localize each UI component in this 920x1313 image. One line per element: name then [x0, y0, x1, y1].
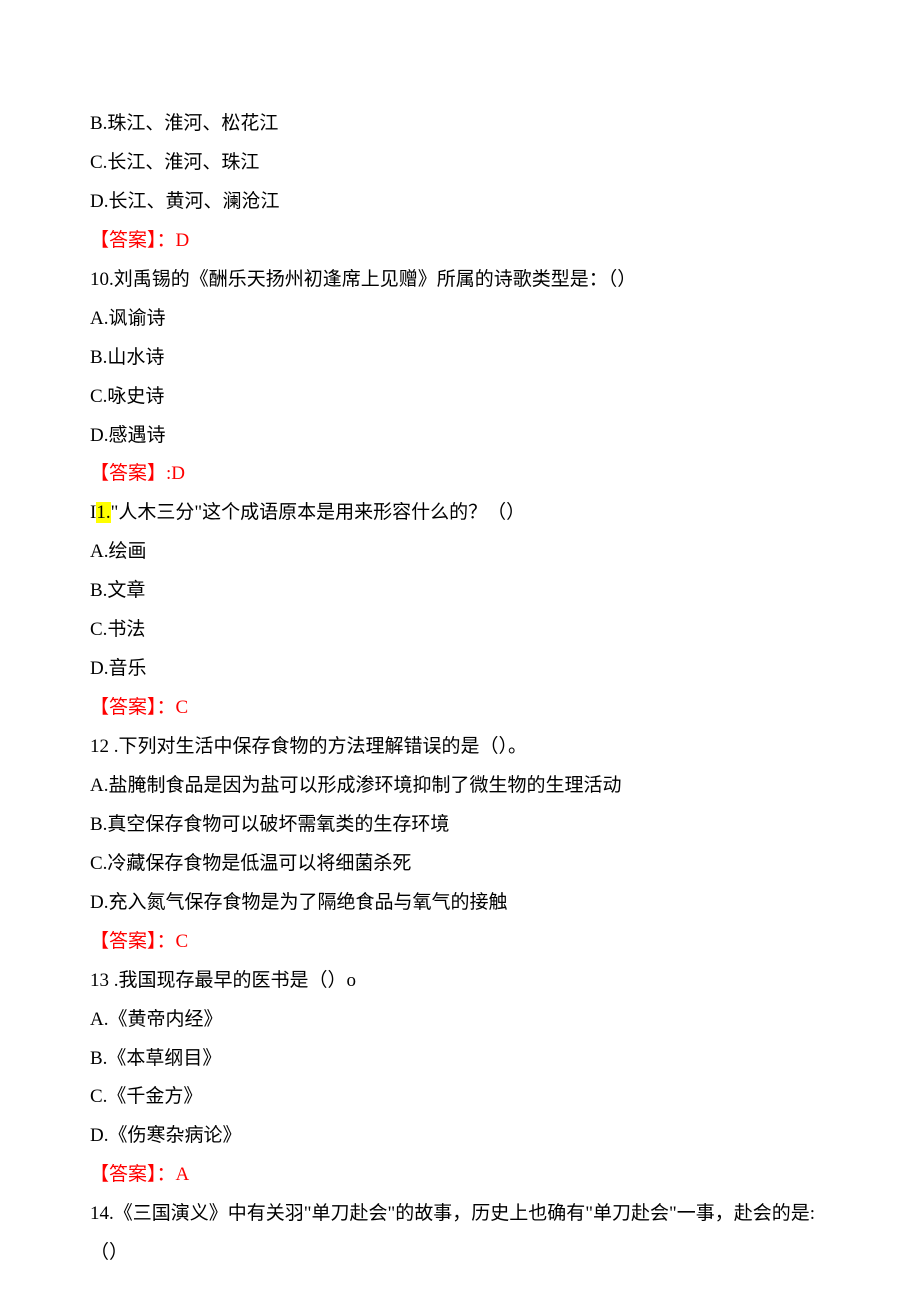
q9-answer-value: D [176, 230, 190, 251]
q13-option-b: B.《本草纲目》 [90, 1040, 830, 1079]
q9-option-b: B.珠江、淮河、松花江 [90, 105, 830, 144]
q11-answer: 【答案】：C [90, 689, 830, 728]
q14-stem-line1: 14.《三国演义》中有关羽"单刀赴会"的故事，历史上也确有"单刀赴会"一事，赴会… [90, 1195, 830, 1234]
q11-answer-value: C [176, 697, 189, 718]
q12-answer: 【答案】：C [90, 923, 830, 962]
q10-option-a: A.讽谕诗 [90, 300, 830, 339]
q12-option-d: D.充入氮气保存食物是为了隔绝食品与氧气的接触 [90, 884, 830, 923]
q10-option-c: C.咏史诗 [90, 378, 830, 417]
q13-answer: 【答案】：A [90, 1156, 830, 1195]
q11-option-c: C.书法 [90, 611, 830, 650]
q12-answer-label: 【答案】： [90, 931, 176, 952]
q11-option-b: B.文章 [90, 572, 830, 611]
q11-stem: I1."人木三分"这个成语原本是用来形容什么的？（） [90, 494, 830, 533]
q10-option-b: B.山水诗 [90, 339, 830, 378]
q11-option-a: A.绘画 [90, 533, 830, 572]
q11-option-d: D.音乐 [90, 650, 830, 689]
q12-option-a: A.盐腌制食品是因为盐可以形成渗环境抑制了微生物的生理活动 [90, 767, 830, 806]
q14-stem-line2: （） [90, 1234, 830, 1273]
q13-answer-label: 【答案】： [90, 1164, 176, 1185]
q13-option-c: C.《千金方》 [90, 1078, 830, 1117]
q13-stem: 13 .我国现存最早的医书是（）o [90, 962, 830, 1001]
q13-answer-value: A [176, 1164, 190, 1185]
q12-stem: 12 .下列对生活中保存食物的方法理解错误的是（）。 [90, 728, 830, 767]
q11-stem-rest: "人木三分"这个成语原本是用来形容什么的？（） [111, 502, 526, 523]
q9-option-c: C.长江、淮河、珠江 [90, 144, 830, 183]
q12-option-c: C.冷藏保存食物是低温可以将细菌杀死 [90, 845, 830, 884]
q13-option-a: A.《黄帝内经》 [90, 1001, 830, 1040]
q9-answer-label: 【答案】： [90, 230, 176, 251]
q10-stem: 10.刘禹锡的《酬乐天扬州初逢席上见赠》所属的诗歌类型是：（） [90, 261, 830, 300]
q13-option-d: D.《伤寒杂病论》 [90, 1117, 830, 1156]
q12-answer-value: C [176, 931, 189, 952]
q11-stem-highlight: 1. [96, 502, 110, 523]
q10-option-d: D.感遇诗 [90, 417, 830, 456]
q10-answer-label: 【答案】 [90, 463, 166, 484]
q9-option-d: D.长江、黄河、澜沧江 [90, 183, 830, 222]
q10-answer: 【答案】:D [90, 455, 830, 494]
q9-answer: 【答案】：D [90, 222, 830, 261]
q12-option-b: B.真空保存食物可以破坏需氧类的生存环境 [90, 806, 830, 845]
q11-answer-label: 【答案】： [90, 697, 176, 718]
q10-answer-value: :D [166, 463, 185, 484]
